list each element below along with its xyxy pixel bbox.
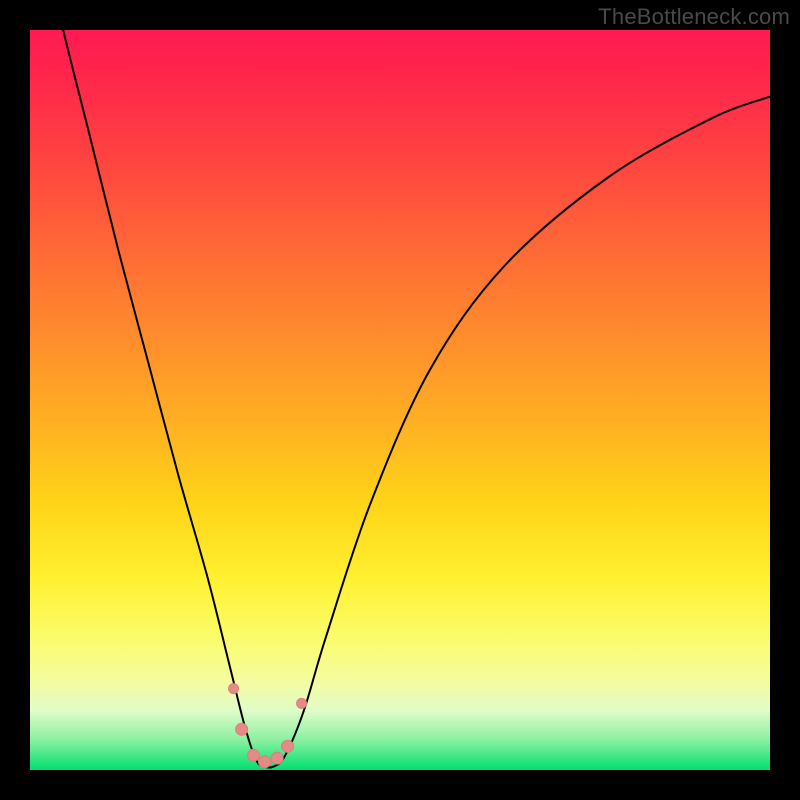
curve-marker (259, 756, 271, 768)
curve-marker (236, 723, 248, 735)
curve-markers (229, 684, 307, 768)
curve-marker (247, 749, 259, 761)
curve-marker (282, 740, 294, 752)
curve-marker (229, 684, 239, 694)
curve-marker (297, 698, 307, 708)
curve-line (30, 0, 770, 767)
curve-marker (271, 752, 283, 764)
chart-plot-area (30, 30, 770, 770)
attribution-label: TheBottleneck.com (598, 4, 790, 30)
bottleneck-curve (30, 30, 770, 770)
